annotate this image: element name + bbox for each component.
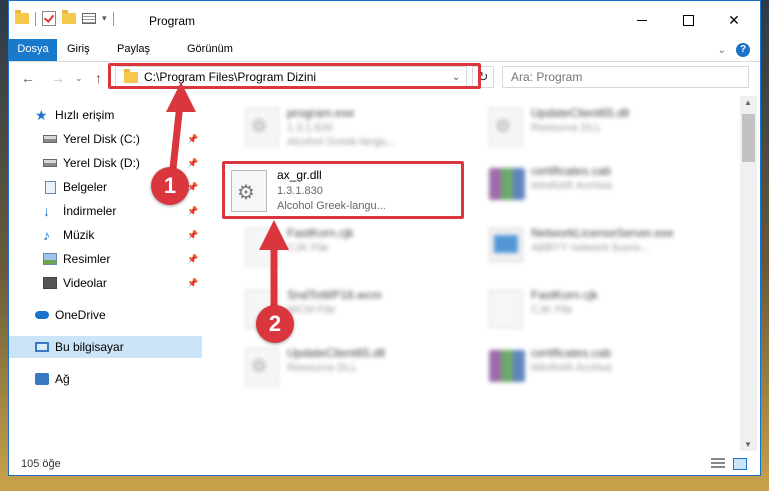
arrow-2-head [259,220,289,250]
step-1-badge: 1 [151,167,189,205]
annotation-arrows [166,82,289,314]
arrow-1-head [166,82,196,112]
step-2-badge: 2 [256,305,294,343]
